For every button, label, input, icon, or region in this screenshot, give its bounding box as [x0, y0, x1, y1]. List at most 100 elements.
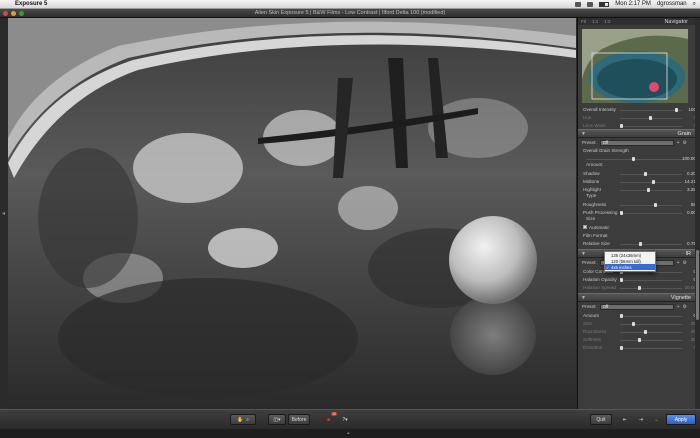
vignette-preset-select[interactable]: Off — [599, 303, 674, 310]
slider-track[interactable] — [620, 110, 682, 111]
bottom-toolbar: ✋ ⌕ ◫▾ Before ■ 10 ?▾ Quit ⇤ ⇥ ← Apply — [0, 409, 700, 429]
push-processing-slider[interactable] — [620, 211, 682, 215]
window-title: Alien Skin Exposure 5 | B&W Films - Low … — [254, 10, 446, 16]
overall-intensity-slider[interactable] — [620, 108, 682, 112]
slider-thumb[interactable] — [654, 203, 658, 207]
zoom-fit-tab[interactable]: Fit — [581, 19, 586, 24]
gear-icon[interactable]: ⚙ — [682, 304, 686, 310]
lens-wash-slider[interactable] — [620, 124, 682, 128]
split-view-button[interactable]: ◫▾ — [268, 414, 286, 425]
slider-thumb[interactable] — [620, 314, 623, 318]
halation-spread-slider[interactable] — [620, 286, 682, 290]
hue-slider[interactable] — [620, 116, 682, 120]
roundness-slider[interactable] — [620, 330, 682, 334]
highlight-slider[interactable] — [620, 188, 682, 192]
slider-thumb[interactable] — [637, 286, 641, 290]
midtone-slider[interactable] — [620, 180, 682, 184]
zoom-1-2-tab[interactable]: 1:2 — [604, 19, 610, 24]
slider-thumb[interactable] — [620, 211, 623, 215]
amount-slider[interactable] — [620, 314, 682, 318]
vignette-preset-label: Preset: — [582, 304, 597, 309]
gift-button[interactable]: ■ 10 — [323, 412, 337, 425]
apply-button[interactable]: Apply — [666, 414, 696, 425]
overall-grain-slider[interactable] — [586, 157, 682, 161]
slider-track[interactable] — [620, 280, 682, 281]
slider-thumb[interactable] — [631, 322, 635, 326]
slider-track[interactable] — [620, 126, 682, 127]
gear-icon[interactable]: ⚙ — [682, 260, 686, 266]
slider-track[interactable] — [620, 340, 682, 341]
zoom-1-1-tab[interactable]: 1:1 — [592, 19, 598, 24]
menubar-clock[interactable]: Mon 2:17 PM — [615, 1, 651, 7]
collapse-triangle-icon[interactable]: ▼ — [581, 295, 586, 301]
spotlight-search-icon[interactable]: ⌕ — [693, 1, 696, 8]
volume-icon[interactable] — [587, 1, 594, 7]
grain-preset-select[interactable]: Off — [599, 139, 674, 146]
film-format-dropdown[interactable]: 135 (24x36mm)120 (56mm tall)4x5 inches — [604, 251, 656, 272]
gear-icon[interactable]: ⚙ — [682, 140, 686, 146]
slider-track[interactable] — [620, 348, 682, 349]
redo-button[interactable]: ⇥ — [636, 414, 646, 425]
slider-thumb[interactable] — [643, 172, 647, 176]
image-preview-canvas[interactable] — [8, 18, 576, 409]
expand-filmstrip-icon[interactable]: ▴ — [347, 430, 350, 436]
slider-thumb[interactable] — [620, 124, 623, 128]
minimize-window-button[interactable] — [11, 10, 16, 16]
sync-button[interactable]: ← — [652, 414, 662, 425]
zoom-tool-icon[interactable]: ⌕ — [246, 417, 249, 423]
menubar-user[interactable]: dgrossman — [657, 1, 687, 7]
color-contrast-slider[interactable] — [620, 270, 682, 274]
help-button[interactable]: ?▾ — [338, 414, 352, 425]
scrollbar-thumb[interactable] — [696, 250, 699, 320]
add-preset-icon[interactable]: + — [677, 260, 680, 266]
slider-thumb[interactable] — [649, 116, 653, 120]
navigator-thumbnail[interactable] — [582, 29, 688, 103]
grain-section-header[interactable]: ▼ Grain — [578, 129, 700, 138]
relative-size-slider[interactable] — [620, 242, 682, 246]
softness-slider[interactable] — [620, 338, 682, 342]
slider-track[interactable] — [620, 272, 682, 273]
add-preset-icon[interactable]: + — [677, 304, 680, 310]
wifi-icon[interactable] — [575, 1, 582, 7]
add-preset-icon[interactable]: + — [677, 140, 680, 146]
slider-thumb[interactable] — [637, 338, 641, 342]
slider-track[interactable] — [620, 213, 682, 214]
app-menu[interactable]: Exposure 5 — [15, 1, 47, 7]
zoom-window-button[interactable] — [19, 10, 24, 16]
film-format-option[interactable]: 4x5 inches — [605, 264, 655, 270]
close-window-button[interactable] — [3, 10, 8, 16]
quit-button[interactable]: Quit — [590, 414, 612, 425]
collapse-triangle-icon[interactable]: ▼ — [581, 131, 586, 137]
shadow-slider[interactable] — [620, 172, 682, 176]
halation-opacity-slider[interactable] — [620, 278, 682, 282]
slider-track[interactable] — [620, 332, 682, 333]
slider-track[interactable] — [620, 288, 682, 289]
battery-icon[interactable] — [599, 1, 610, 7]
slider-track[interactable] — [620, 324, 682, 325]
slider-thumb[interactable] — [652, 180, 656, 184]
slider-thumb[interactable] — [646, 188, 650, 192]
slider-thumb[interactable] — [674, 108, 678, 112]
highlight-label: Highlight — [583, 186, 601, 192]
halation-opacity-label: Halation Opacity — [583, 276, 617, 282]
slider-track[interactable] — [620, 316, 682, 317]
distortion-slider[interactable] — [620, 346, 682, 350]
slider-track[interactable] — [620, 182, 682, 183]
collapse-triangle-icon[interactable]: ▼ — [581, 251, 586, 257]
undo-button[interactable]: ⇤ — [620, 414, 630, 425]
hand-tool-icon[interactable]: ✋ — [237, 417, 243, 423]
slider-track[interactable] — [620, 174, 682, 175]
slider-track[interactable] — [620, 205, 682, 206]
slider-track[interactable] — [620, 190, 682, 191]
slider-thumb[interactable] — [620, 278, 623, 282]
size-slider[interactable] — [620, 322, 682, 326]
left-panel-toggle-icon[interactable]: ◂ — [2, 210, 5, 217]
overall-grain-value[interactable]: 100.00 — [682, 156, 696, 161]
roughness-slider[interactable] — [620, 203, 682, 207]
before-button[interactable]: Before — [288, 414, 310, 425]
slider-thumb[interactable] — [643, 330, 647, 334]
vignette-section-header[interactable]: ▼ Vignette — [578, 293, 700, 302]
automatic-checkbox[interactable] — [583, 225, 587, 229]
slider-thumb[interactable] — [620, 346, 623, 350]
panel-scrollbar[interactable] — [695, 18, 700, 409]
